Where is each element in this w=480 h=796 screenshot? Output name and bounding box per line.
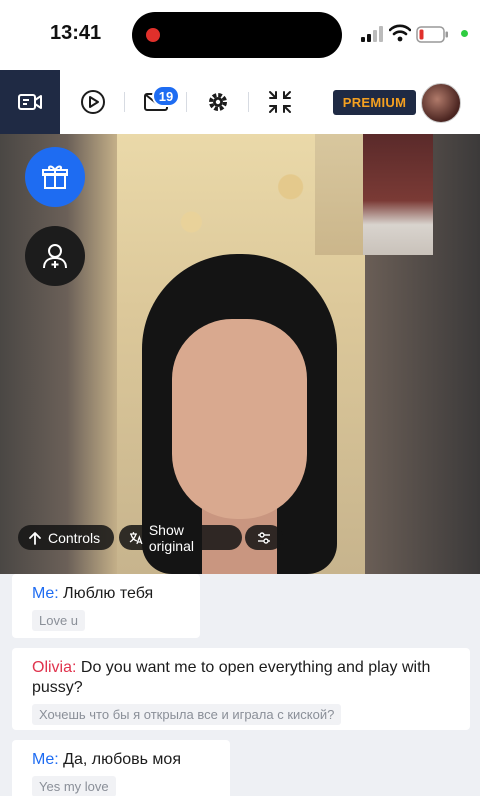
avatar[interactable] [421, 83, 461, 123]
video-figure-face [172, 319, 307, 519]
controls-button[interactable]: Controls [18, 525, 114, 550]
gift-button[interactable] [25, 147, 85, 207]
arrow-up-icon [29, 531, 41, 545]
add-user-icon [43, 244, 67, 269]
chat-message: Olivia: Do you want me to open everythin… [12, 648, 470, 730]
message-text: Да, любовь моя [63, 751, 181, 768]
filter-settings-button[interactable] [245, 525, 283, 550]
play-tab[interactable] [63, 70, 123, 134]
video-chat-tab[interactable] [0, 70, 60, 134]
partner-video-edge [315, 134, 363, 255]
add-friend-button[interactable] [25, 226, 85, 286]
unread-messages-badge: 19 [152, 85, 180, 107]
battery-icon [416, 26, 448, 43]
camera-in-use-indicator [461, 30, 468, 37]
message-translation: Yes my love [32, 776, 116, 796]
wifi-icon [389, 24, 411, 42]
show-original-button[interactable]: Show original [119, 522, 242, 554]
self-preview-video[interactable] [363, 134, 433, 255]
gift-icon [42, 165, 68, 189]
minimize-tab[interactable] [250, 70, 310, 134]
chat-message: Me: Люблю тебя Love u [12, 574, 200, 638]
toolbar-divider [248, 92, 249, 112]
message-sender: Me: [32, 751, 59, 768]
dynamic-island [132, 12, 342, 58]
message-translation: Хочешь что бы я открыла все и играла с к… [32, 704, 342, 725]
gear-icon [209, 93, 227, 111]
clock: 13:41 [50, 22, 102, 44]
recording-indicator [146, 28, 160, 42]
cellular-signal-icon [361, 26, 383, 42]
translate-icon [129, 531, 143, 544]
collapse-icon [269, 91, 291, 113]
show-original-label: Show original [148, 521, 194, 554]
message-text: Do you want me to open everything and pl… [32, 659, 431, 696]
chat-message: Me: Да, любовь моя Yes my love [12, 740, 230, 796]
message-translation: Love u [32, 610, 86, 631]
video-chat-icon [18, 94, 42, 110]
message-text: Люблю тебя [63, 585, 154, 602]
settings-tab[interactable] [188, 70, 248, 134]
controls-label: Controls [48, 529, 101, 546]
play-icon [81, 90, 105, 114]
toolbar-divider [124, 92, 125, 112]
chat-log[interactable]: Me: Люблю тебя Love u Olivia: Do you wan… [0, 574, 480, 796]
message-sender: Me: [32, 585, 59, 602]
premium-button[interactable]: PREMIUM [333, 90, 416, 115]
sliders-icon [258, 531, 270, 544]
message-sender: Olivia: [32, 659, 77, 676]
status-bar: 13:41 [0, 0, 480, 70]
toolbar-divider [186, 92, 187, 112]
